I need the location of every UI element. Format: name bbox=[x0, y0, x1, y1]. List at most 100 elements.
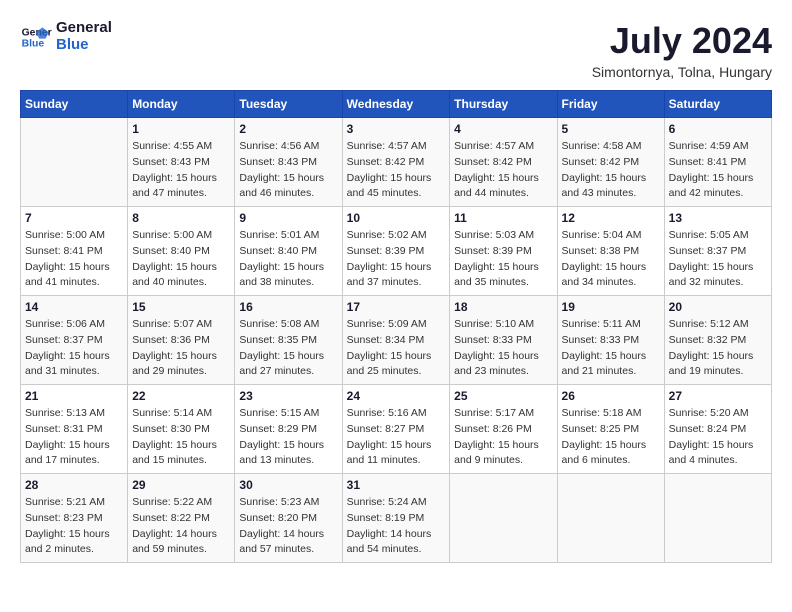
day-info: Sunrise: 5:10 AMSunset: 8:33 PMDaylight:… bbox=[454, 317, 552, 380]
calendar-cell: 2 Sunrise: 4:56 AMSunset: 8:43 PMDaylight… bbox=[235, 118, 342, 207]
day-info: Sunrise: 5:06 AMSunset: 8:37 PMDaylight:… bbox=[25, 317, 123, 380]
logo-icon: General Blue bbox=[20, 21, 52, 53]
day-number: 9 bbox=[239, 211, 337, 225]
day-number: 25 bbox=[454, 389, 552, 403]
logo-text-general: General bbox=[56, 20, 112, 37]
weekday-tuesday: Tuesday bbox=[235, 91, 342, 118]
day-info: Sunrise: 5:02 AMSunset: 8:39 PMDaylight:… bbox=[347, 228, 446, 291]
day-info: Sunrise: 5:00 AMSunset: 8:41 PMDaylight:… bbox=[25, 228, 123, 291]
month-year-title: July 2024 bbox=[592, 20, 772, 62]
calendar-cell: 18 Sunrise: 5:10 AMSunset: 8:33 PMDayligh… bbox=[450, 296, 557, 385]
weekday-saturday: Saturday bbox=[664, 91, 771, 118]
logo-text-blue: Blue bbox=[56, 37, 112, 54]
logo: General Blue General Blue bbox=[20, 20, 112, 53]
day-info: Sunrise: 5:20 AMSunset: 8:24 PMDaylight:… bbox=[669, 406, 767, 469]
day-info: Sunrise: 5:09 AMSunset: 8:34 PMDaylight:… bbox=[347, 317, 446, 380]
day-info: Sunrise: 5:01 AMSunset: 8:40 PMDaylight:… bbox=[239, 228, 337, 291]
day-info: Sunrise: 5:23 AMSunset: 8:20 PMDaylight:… bbox=[239, 495, 337, 558]
day-number: 3 bbox=[347, 122, 446, 136]
title-block: July 2024 Simontornya, Tolna, Hungary bbox=[592, 20, 772, 80]
day-info: Sunrise: 5:12 AMSunset: 8:32 PMDaylight:… bbox=[669, 317, 767, 380]
day-info: Sunrise: 5:21 AMSunset: 8:23 PMDaylight:… bbox=[25, 495, 123, 558]
weekday-sunday: Sunday bbox=[21, 91, 128, 118]
day-number: 24 bbox=[347, 389, 446, 403]
calendar-cell bbox=[664, 474, 771, 563]
calendar-cell: 25 Sunrise: 5:17 AMSunset: 8:26 PMDayligh… bbox=[450, 385, 557, 474]
day-info: Sunrise: 5:04 AMSunset: 8:38 PMDaylight:… bbox=[562, 228, 660, 291]
day-info: Sunrise: 4:55 AMSunset: 8:43 PMDaylight:… bbox=[132, 139, 230, 202]
calendar-cell: 6 Sunrise: 4:59 AMSunset: 8:41 PMDaylight… bbox=[664, 118, 771, 207]
day-info: Sunrise: 5:11 AMSunset: 8:33 PMDaylight:… bbox=[562, 317, 660, 380]
day-number: 1 bbox=[132, 122, 230, 136]
day-number: 26 bbox=[562, 389, 660, 403]
calendar-week-row: 28 Sunrise: 5:21 AMSunset: 8:23 PMDayligh… bbox=[21, 474, 772, 563]
calendar-cell: 27Sunrise: 5:20 AMSunset: 8:24 PMDayligh… bbox=[664, 385, 771, 474]
day-info: Sunrise: 4:59 AMSunset: 8:41 PMDaylight:… bbox=[669, 139, 767, 202]
calendar-cell bbox=[557, 474, 664, 563]
day-number: 5 bbox=[562, 122, 660, 136]
calendar-cell: 28 Sunrise: 5:21 AMSunset: 8:23 PMDayligh… bbox=[21, 474, 128, 563]
calendar-cell: 1 Sunrise: 4:55 AMSunset: 8:43 PMDaylight… bbox=[128, 118, 235, 207]
day-info: Sunrise: 5:18 AMSunset: 8:25 PMDaylight:… bbox=[562, 406, 660, 469]
day-number: 30 bbox=[239, 478, 337, 492]
calendar-week-row: 1 Sunrise: 4:55 AMSunset: 8:43 PMDaylight… bbox=[21, 118, 772, 207]
calendar-cell: 30 Sunrise: 5:23 AMSunset: 8:20 PMDayligh… bbox=[235, 474, 342, 563]
day-info: Sunrise: 4:57 AMSunset: 8:42 PMDaylight:… bbox=[454, 139, 552, 202]
weekday-monday: Monday bbox=[128, 91, 235, 118]
day-number: 12 bbox=[562, 211, 660, 225]
calendar-cell: 9 Sunrise: 5:01 AMSunset: 8:40 PMDaylight… bbox=[235, 207, 342, 296]
weekday-wednesday: Wednesday bbox=[342, 91, 450, 118]
day-info: Sunrise: 5:16 AMSunset: 8:27 PMDaylight:… bbox=[347, 406, 446, 469]
day-number: 6 bbox=[669, 122, 767, 136]
calendar-cell: 5 Sunrise: 4:58 AMSunset: 8:42 PMDaylight… bbox=[557, 118, 664, 207]
svg-text:Blue: Blue bbox=[22, 38, 45, 49]
day-info: Sunrise: 5:00 AMSunset: 8:40 PMDaylight:… bbox=[132, 228, 230, 291]
day-number: 16 bbox=[239, 300, 337, 314]
day-info: Sunrise: 5:05 AMSunset: 8:37 PMDaylight:… bbox=[669, 228, 767, 291]
day-number: 18 bbox=[454, 300, 552, 314]
calendar-cell: 12 Sunrise: 5:04 AMSunset: 8:38 PMDayligh… bbox=[557, 207, 664, 296]
day-number: 20 bbox=[669, 300, 767, 314]
day-info: Sunrise: 5:24 AMSunset: 8:19 PMDaylight:… bbox=[347, 495, 446, 558]
calendar-cell: 17 Sunrise: 5:09 AMSunset: 8:34 PMDayligh… bbox=[342, 296, 450, 385]
day-number: 2 bbox=[239, 122, 337, 136]
calendar-week-row: 7 Sunrise: 5:00 AMSunset: 8:41 PMDaylight… bbox=[21, 207, 772, 296]
day-info: Sunrise: 4:57 AMSunset: 8:42 PMDaylight:… bbox=[347, 139, 446, 202]
day-info: Sunrise: 5:17 AMSunset: 8:26 PMDaylight:… bbox=[454, 406, 552, 469]
day-number: 28 bbox=[25, 478, 123, 492]
weekday-thursday: Thursday bbox=[450, 91, 557, 118]
day-number: 14 bbox=[25, 300, 123, 314]
day-number: 19 bbox=[562, 300, 660, 314]
day-info: Sunrise: 4:56 AMSunset: 8:43 PMDaylight:… bbox=[239, 139, 337, 202]
day-info: Sunrise: 5:22 AMSunset: 8:22 PMDaylight:… bbox=[132, 495, 230, 558]
day-number: 29 bbox=[132, 478, 230, 492]
location-subtitle: Simontornya, Tolna, Hungary bbox=[592, 64, 772, 80]
day-number: 13 bbox=[669, 211, 767, 225]
day-number: 7 bbox=[25, 211, 123, 225]
calendar-cell: 15Sunrise: 5:07 AMSunset: 8:36 PMDayligh… bbox=[128, 296, 235, 385]
calendar-cell: 20 Sunrise: 5:12 AMSunset: 8:32 PMDayligh… bbox=[664, 296, 771, 385]
day-number: 21 bbox=[25, 389, 123, 403]
day-info: Sunrise: 5:08 AMSunset: 8:35 PMDaylight:… bbox=[239, 317, 337, 380]
day-number: 22 bbox=[132, 389, 230, 403]
day-info: Sunrise: 4:58 AMSunset: 8:42 PMDaylight:… bbox=[562, 139, 660, 202]
calendar-cell: 24 Sunrise: 5:16 AMSunset: 8:27 PMDayligh… bbox=[342, 385, 450, 474]
calendar-cell: 3 Sunrise: 4:57 AMSunset: 8:42 PMDaylight… bbox=[342, 118, 450, 207]
day-number: 11 bbox=[454, 211, 552, 225]
calendar-table: SundayMondayTuesdayWednesdayThursdayFrid… bbox=[20, 90, 772, 563]
day-number: 15 bbox=[132, 300, 230, 314]
day-number: 23 bbox=[239, 389, 337, 403]
calendar-cell: 16 Sunrise: 5:08 AMSunset: 8:35 PMDayligh… bbox=[235, 296, 342, 385]
calendar-cell bbox=[450, 474, 557, 563]
calendar-cell: 4Sunrise: 4:57 AMSunset: 8:42 PMDaylight… bbox=[450, 118, 557, 207]
calendar-week-row: 21Sunrise: 5:13 AMSunset: 8:31 PMDayligh… bbox=[21, 385, 772, 474]
weekday-header-row: SundayMondayTuesdayWednesdayThursdayFrid… bbox=[21, 91, 772, 118]
day-number: 31 bbox=[347, 478, 446, 492]
calendar-week-row: 14 Sunrise: 5:06 AMSunset: 8:37 PMDayligh… bbox=[21, 296, 772, 385]
day-info: Sunrise: 5:03 AMSunset: 8:39 PMDaylight:… bbox=[454, 228, 552, 291]
day-number: 17 bbox=[347, 300, 446, 314]
calendar-cell: 26 Sunrise: 5:18 AMSunset: 8:25 PMDayligh… bbox=[557, 385, 664, 474]
calendar-cell: 22Sunrise: 5:14 AMSunset: 8:30 PMDayligh… bbox=[128, 385, 235, 474]
day-number: 10 bbox=[347, 211, 446, 225]
calendar-cell: 11 Sunrise: 5:03 AMSunset: 8:39 PMDayligh… bbox=[450, 207, 557, 296]
